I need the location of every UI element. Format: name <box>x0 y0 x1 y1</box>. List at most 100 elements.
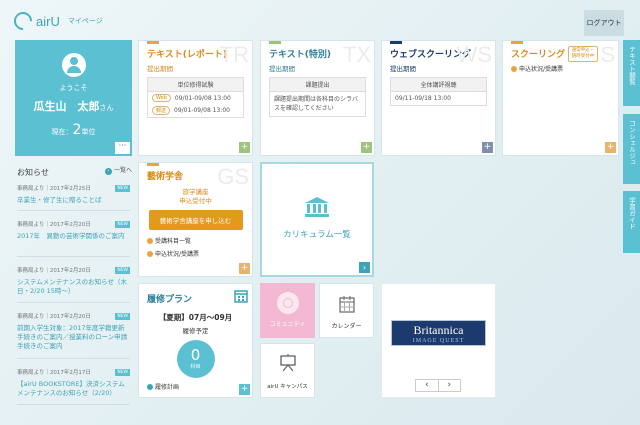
news-item[interactable]: 事務局より｜2017年2月17日 NEW 【airU BOOKSTORE】決済シス… <box>17 369 130 405</box>
news-heading: お知らせ <box>17 168 49 177</box>
tile-community[interactable]: コミュニティ <box>260 283 315 338</box>
tile-web-schooling[interactable]: WS ウェブスクーリング 提出期間 全体講評視聴 09/11-09/18 13:… <box>381 40 496 156</box>
expand-button[interactable]: + <box>239 384 250 395</box>
expand-button[interactable]: + <box>482 142 493 153</box>
side-tab-text-view[interactable]: テキスト閲覧 <box>623 40 640 106</box>
tile-calendar[interactable]: カレンダー <box>319 283 374 338</box>
honorific: さん <box>99 104 114 112</box>
calendar-label: カレンダー <box>331 323 362 330</box>
avatar <box>61 53 86 77</box>
arrow-circle-icon <box>511 65 517 72</box>
britannica-title: Britannica <box>413 322 464 337</box>
news-meta: 事務局より｜2017年2月25日 <box>17 186 91 192</box>
profile-more-button[interactable]: ··· <box>115 142 130 154</box>
exam-dates: 09/01-09/08 13:00 <box>174 94 231 102</box>
tile-accent-bar <box>511 41 523 44</box>
credits-unit: 単位 <box>81 128 96 136</box>
community-label: コミュニティ <box>269 321 306 328</box>
box-body: 09/11-09/18 13:00 <box>395 95 451 102</box>
tile-curriculum[interactable]: カリキュラム一覧 › <box>260 162 374 277</box>
news-item[interactable]: 事務局より｜2017年2月20日 NEW 2017年 異動の芸術学関係のご案内 <box>17 221 130 257</box>
news-meta: 事務局より｜2017年2月20日 <box>17 268 91 274</box>
link-label: 受講科目一覧 <box>155 238 192 245</box>
carousel-prev-button[interactable]: ‹ <box>416 380 439 391</box>
side-tab-concierge[interactable]: コンシェルジュ <box>623 114 640 184</box>
tile-text-special[interactable]: TX テキスト(特別) 提出期間 課題提出 課題提出期間は各科目のシラバスを確認… <box>260 40 375 156</box>
arrow-circle-icon <box>147 250 153 257</box>
airu-logo[interactable]: airU マイページ <box>10 8 103 34</box>
news-title: 2017年 異動の芸術学関係のご案内 <box>17 232 125 240</box>
campus-label: airU キャンパス <box>267 384 308 390</box>
profile-card: ようこそ 瓜生山 太郎さん 現在：2単位 ··· <box>15 40 132 156</box>
link-label: 履修計画 <box>155 384 180 391</box>
calendar-icon <box>338 296 355 313</box>
tile-art-school[interactable]: GS 藝術学舎 旅学講座 申込受付中 藝術学舎講座を申し込む 受講科目一覧 申込… <box>138 162 253 277</box>
expand-button[interactable]: + <box>361 142 372 153</box>
exam-row: Web 09/01-09/08 13:00 <box>148 92 243 104</box>
new-badge: NEW <box>115 267 130 274</box>
tile-text-report[interactable]: TR テキスト(レポート) 提出期間 単位修得試験 Web 09/01-09/08… <box>138 40 253 156</box>
plan-count: 0 <box>190 346 201 364</box>
apply-art-course-button[interactable]: 藝術学舎講座を申し込む <box>148 210 243 230</box>
britannica-subtitle: IMAGE QUEST <box>412 337 465 344</box>
box-header: 全体講評視聴 <box>391 78 486 92</box>
plan-status: 履修予定 <box>182 327 209 335</box>
tile-accent-bar <box>269 41 281 44</box>
logout-button[interactable]: ログアウト <box>584 10 624 36</box>
news-title: システムメンテナンスのお知らせ（木日・2/20 15時～） <box>17 278 128 295</box>
tile-bg-letters: TX <box>342 42 371 67</box>
news-all-link[interactable]: › 一覧へ <box>105 167 134 175</box>
side-tab-label: 学習ガイド <box>627 197 636 230</box>
tile-bg-letters: TR <box>219 42 249 67</box>
assignment-box: 課題提出 課題提出期間は各科目のシラバスを確認してください <box>269 77 366 117</box>
curriculum-label: カリキュラム一覧 <box>283 230 351 240</box>
calendar-icon <box>234 290 248 303</box>
news-title: 【airU BOOKSTORE】決済システムメンテナンスのお知らせ（2/20） <box>17 380 125 397</box>
side-tab-study-guide[interactable]: 学習ガイド <box>623 191 640 253</box>
study-plan-link[interactable]: 履修計画 <box>139 378 252 391</box>
exam-row: 郵送 09/01-09/08 13:00 <box>148 104 243 117</box>
news-meta: 事務局より｜2017年2月17日 <box>17 370 91 376</box>
tag-mail: 郵送 <box>152 106 171 115</box>
logo-subtitle: マイページ <box>67 17 103 25</box>
chevron-right-icon[interactable]: › <box>359 262 370 273</box>
expand-button[interactable]: + <box>239 142 250 153</box>
expand-button[interactable]: + <box>605 142 616 153</box>
link-label: 申込状況/受講票 <box>155 251 200 258</box>
stamp-badge: 通常申込・随時受付中 <box>568 46 598 62</box>
building-icon <box>305 197 329 217</box>
application-status-link[interactable]: 申込状況/受講票 <box>139 245 252 258</box>
tile-accent-bar <box>390 41 402 44</box>
tile-accent-bar <box>147 41 159 44</box>
tile-bg-letters: WS <box>456 42 492 67</box>
side-tab-label: コンシェルジュ <box>627 120 636 166</box>
new-badge: NEW <box>115 185 130 192</box>
globe-icon <box>276 292 299 314</box>
arrow-circle-icon <box>147 383 153 390</box>
side-tab-label: テキスト閲覧 <box>627 46 636 85</box>
user-name-value: 瓜生山 太郎 <box>33 100 100 113</box>
britannica-banner[interactable]: Britannica IMAGE QUEST <box>391 320 486 346</box>
course-list-link[interactable]: 受講科目一覧 <box>139 230 252 245</box>
expand-button[interactable]: + <box>239 263 250 274</box>
user-name: 瓜生山 太郎さん <box>15 98 132 114</box>
arrow-circle-icon <box>147 237 153 244</box>
carousel-next-button[interactable]: › <box>439 380 461 391</box>
exam-dates: 09/01-09/08 13:00 <box>174 107 230 114</box>
review-box: 全体講評視聴 09/11-09/18 13:00 <box>390 77 487 106</box>
news-meta: 事務局より｜2017年2月20日 <box>17 222 91 228</box>
box-body: 課題提出期間は各科目のシラバスを確認してください <box>274 96 358 112</box>
news-title: 前期入学生対象：2017年度学籍更新手続きのご案内／授業料のローン申請手続きのご… <box>17 324 128 350</box>
new-badge: NEW <box>115 221 130 228</box>
tile-bg-letters: S <box>600 42 615 67</box>
tile-campus[interactable]: airU キャンパス <box>260 343 315 398</box>
airu-logo-icon <box>10 8 36 34</box>
tag-web: Web <box>152 94 171 102</box>
news-item[interactable]: 事務局より｜2017年2月20日 NEW システムメンテナンスのお知らせ（木日・2… <box>17 267 130 303</box>
tile-study-plan[interactable]: 履修プラン 【夏期】07月～09月 履修予定 0 科目 履修計画 + <box>138 283 253 398</box>
news-item[interactable]: 事務局より｜2017年2月20日 NEW 前期入学生対象：2017年度学籍更新手続… <box>17 313 130 359</box>
box-header: 課題提出 <box>270 78 365 92</box>
tile-schooling[interactable]: S スクーリング 通常申込・随時受付中 申込状況/受講票 + <box>502 40 619 156</box>
plan-period: 【夏期】07月～09月 <box>158 313 233 322</box>
news-item[interactable]: 事務局より｜2017年2月25日 NEW 卒業生・修了生に贈ることば <box>17 185 130 211</box>
